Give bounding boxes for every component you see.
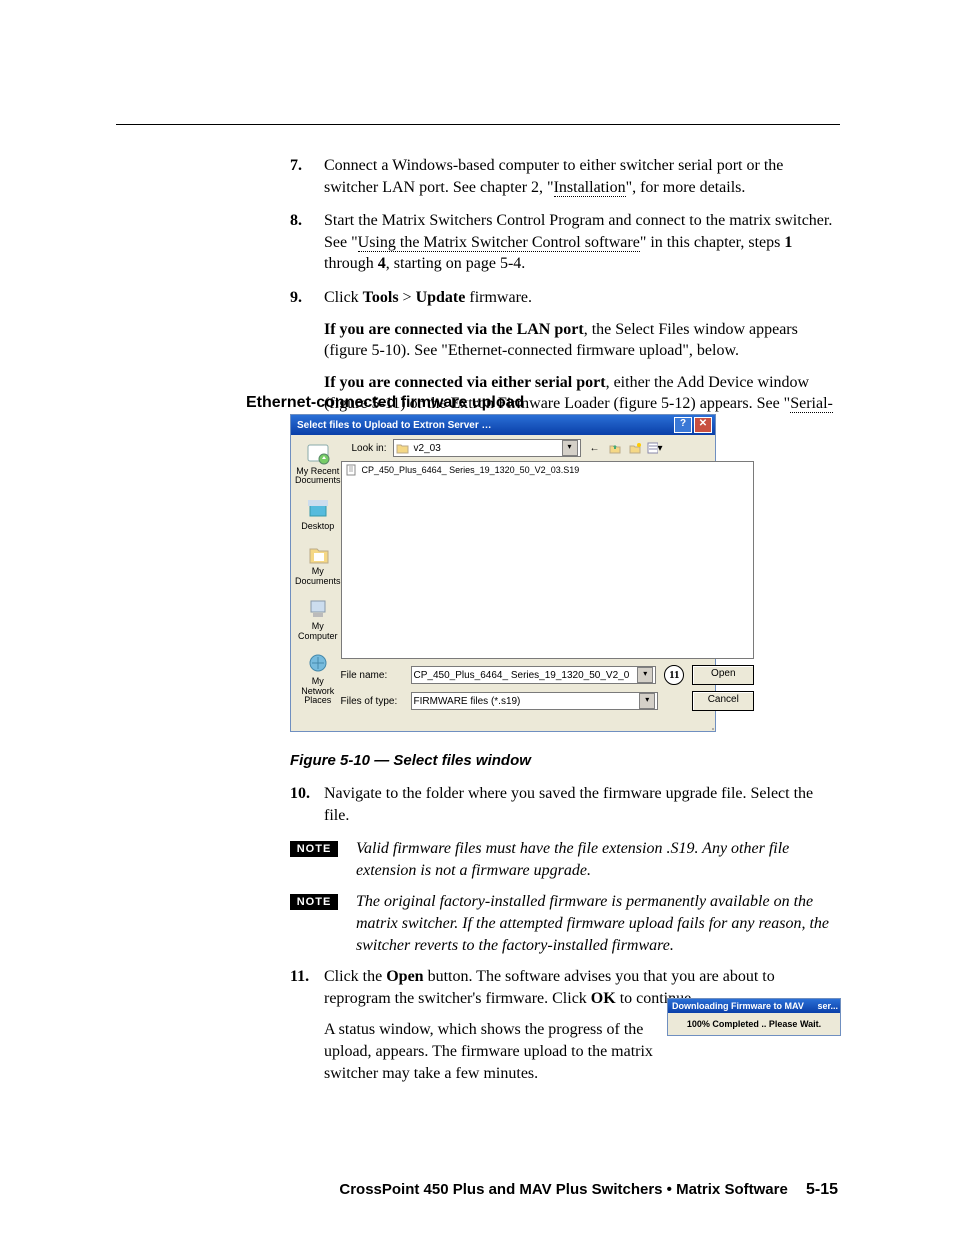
place-item[interactable]: My Computer	[295, 596, 341, 641]
note: NOTE The original factory-installed firmw…	[290, 891, 840, 956]
file-item[interactable]: CP_450_Plus_6464_ Series_19_1320_50_V2_0…	[346, 464, 750, 476]
place-label: My Documents	[295, 567, 341, 586]
place-item[interactable]: My Recent Documents	[295, 441, 341, 486]
close-icon[interactable]: ✕	[694, 417, 712, 433]
look-in-value: v2_03	[414, 443, 441, 454]
step: 10Navigate to the folder where you saved…	[290, 783, 840, 826]
step-body: Connect a Windows-based computer to eith…	[324, 155, 840, 198]
note: NOTE Valid firmware files must have the f…	[290, 838, 840, 881]
up-folder-icon[interactable]	[607, 440, 623, 456]
dialog-title: Select files to Upload to Extron Server …	[297, 420, 672, 431]
step-body: Start the Matrix Switchers Control Progr…	[324, 210, 840, 275]
places-bar: My Recent Documents Desktop My Documents My…	[295, 439, 341, 717]
folder-open-icon	[396, 442, 410, 454]
note-badge: NOTE	[290, 841, 338, 857]
file-name-label: File name:	[341, 670, 403, 681]
view-menu-icon[interactable]: ▾	[647, 440, 663, 456]
look-in-combo[interactable]: v2_03 ▾	[393, 439, 581, 457]
files-of-type-value: FIRMWARE files (*.s19)	[414, 696, 521, 707]
link-using-software[interactable]: Using the Matrix Switcher Control softwa…	[358, 234, 640, 252]
cancel-button[interactable]: Cancel	[692, 691, 754, 711]
step: 8 Start the Matrix Switchers Control Pro…	[290, 210, 840, 275]
step: 7 Connect a Windows-based computer to ei…	[290, 155, 840, 198]
file-item-label: CP_450_Plus_6464_ Series_19_1320_50_V2_0…	[362, 465, 580, 475]
place-label: My Network Places	[295, 677, 341, 705]
files-of-type-combo[interactable]: FIRMWARE files (*.s19) ▾	[411, 692, 659, 710]
files-of-type-label: Files of type:	[341, 696, 403, 707]
look-in-label: Look in:	[341, 443, 387, 454]
step-number: 8	[290, 210, 324, 275]
status-body: 100% Completed .. Please Wait.	[668, 1013, 840, 1035]
place-label: My Recent Documents	[295, 467, 341, 486]
file-icon	[346, 464, 358, 476]
callout-11: 11	[664, 665, 684, 685]
file-name-value: CP_450_Plus_6464_ Series_19_1320_50_V2_0	[414, 670, 630, 681]
place-item[interactable]: My Documents	[295, 541, 341, 586]
back-icon[interactable]: ←	[587, 440, 603, 456]
section-heading: Ethernet-connected firmware upload	[246, 394, 524, 412]
note-badge: NOTE	[290, 894, 338, 910]
step-body: Navigate to the folder where you saved t…	[324, 783, 840, 826]
step-sub: A status window, which shows the progres…	[324, 1019, 686, 1084]
top-rule	[116, 124, 840, 125]
open-button[interactable]: Open	[692, 665, 754, 685]
page-footer: CrossPoint 450 Plus and MAV Plus Switche…	[0, 1181, 954, 1199]
chevron-down-icon[interactable]: ▾	[639, 693, 655, 709]
note-body: The original factory-installed firmware …	[356, 891, 840, 956]
steps-lower: 10Navigate to the folder where you saved…	[290, 783, 840, 1096]
chevron-down-icon[interactable]: ▾	[637, 667, 653, 683]
page-number: 5-15	[806, 1181, 838, 1198]
footer-text: CrossPoint 450 Plus and MAV Plus Switche…	[339, 1181, 787, 1198]
note-body: Valid firmware files must have the file …	[356, 838, 840, 881]
file-name-combo[interactable]: CP_450_Plus_6464_ Series_19_1320_50_V2_0…	[411, 666, 657, 684]
chevron-down-icon[interactable]: ▾	[562, 440, 578, 456]
select-files-dialog: Select files to Upload to Extron Server …	[290, 414, 716, 732]
link-installation[interactable]: Installation	[554, 179, 626, 197]
figure-caption: Figure 5-10 — Select files window	[290, 752, 531, 769]
dialog-titlebar: Select files to Upload to Extron Server …	[291, 415, 715, 435]
place-item[interactable]: My Network Places	[295, 651, 341, 705]
help-icon[interactable]: ?	[674, 417, 692, 433]
status-window: Downloading Firmware to MAV ser... 100% …	[667, 998, 841, 1036]
step-number: 7	[290, 155, 324, 198]
status-title-suffix: ser...	[817, 999, 838, 1013]
step-number: 10	[290, 783, 324, 826]
file-list[interactable]: CP_450_Plus_6464_ Series_19_1320_50_V2_0…	[341, 461, 755, 659]
step-sub: If you are connected via the LAN port, t…	[324, 319, 840, 362]
step-number: 11	[290, 966, 324, 1084]
new-folder-icon[interactable]	[627, 440, 643, 456]
place-label: Desktop	[301, 522, 334, 531]
status-title: Downloading Firmware to MAV	[672, 999, 804, 1013]
place-item[interactable]: Desktop	[301, 496, 334, 531]
place-label: My Computer	[295, 622, 341, 641]
resize-grip[interactable]	[291, 721, 715, 731]
